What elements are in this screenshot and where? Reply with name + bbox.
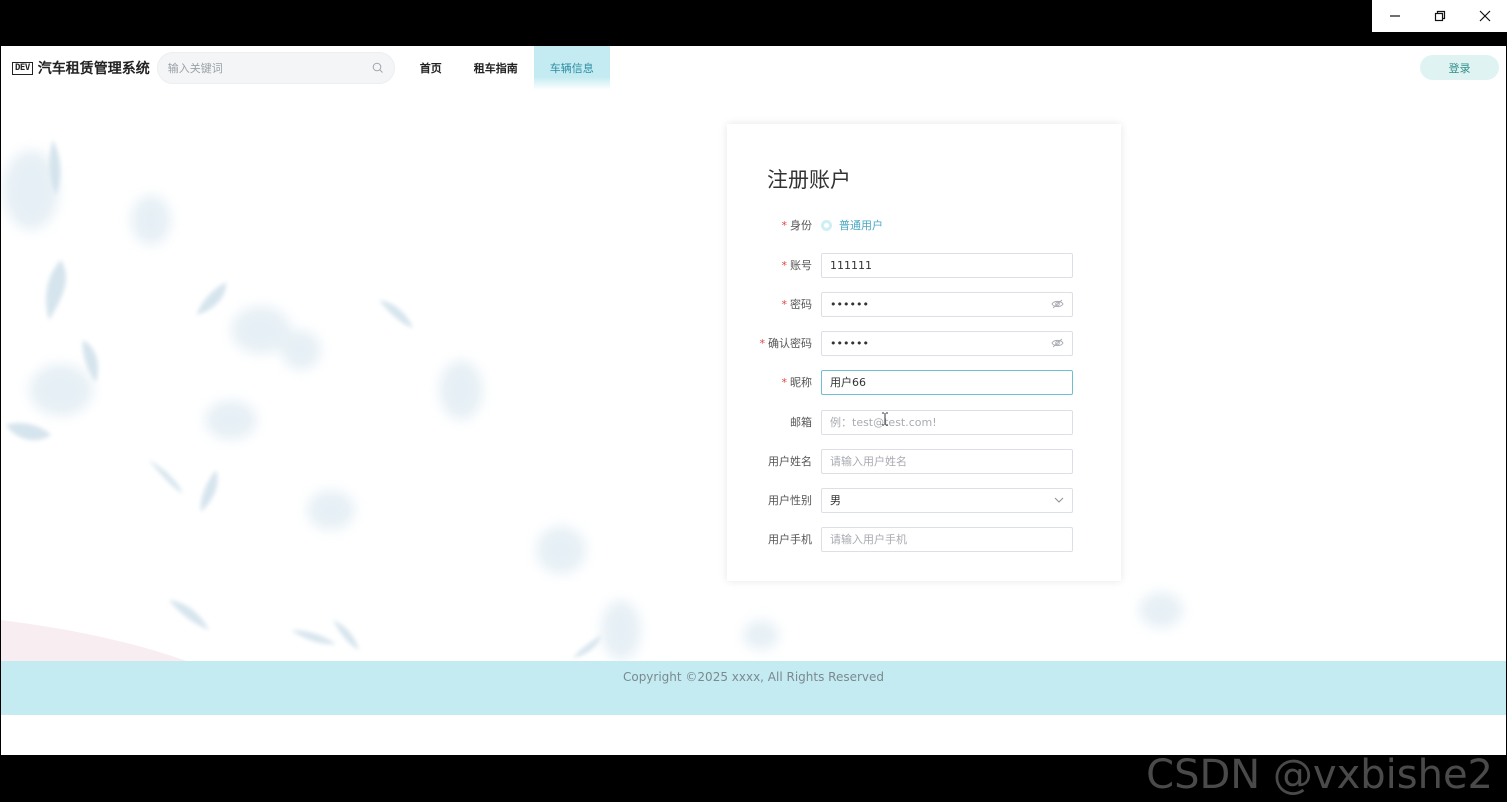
required-mark: * [781,219,788,232]
window-controls [1372,0,1507,32]
username-row: 用户姓名 [727,448,1121,474]
eye-hidden-icon[interactable] [1051,299,1064,309]
confirm-password-row: * 确认密码 [727,330,1121,356]
identity-row: * 身份 普通用户 [727,212,1121,238]
confirm-password-input[interactable] [830,336,1051,350]
phone-field[interactable] [821,526,1073,552]
phone-label: 用户手机 [768,533,812,546]
password-field[interactable] [821,291,1073,317]
gender-select[interactable]: 男 [821,487,1073,513]
username-input[interactable] [830,454,1064,468]
gender-selected-value: 男 [830,494,841,507]
nav-item-home[interactable]: 首页 [404,46,458,90]
app-window: DEV 汽车租赁管理系统 首页 租车指南 车辆信息 登录 注册账户 *身份 普通… [1,46,1506,755]
nickname-label: 昵称 [790,376,812,389]
copyright-text: Copyright ©2025 xxxx, All Rights Reserve… [622,670,885,684]
watermark-text: CSDN @vxbishe2 [1146,752,1493,798]
phone-row: 用户手机 [727,526,1121,552]
identity-label: 身份 [790,219,812,232]
confirm-password-field[interactable] [821,330,1073,356]
required-mark: * [759,337,766,350]
search-input[interactable] [167,61,372,75]
text-cursor-icon [882,412,888,426]
nickname-row: * 昵称 [727,369,1121,395]
account-label: 账号 [790,259,812,272]
radio-selected-icon [821,219,832,231]
required-mark: * [781,376,788,389]
email-label: 邮箱 [790,416,812,429]
close-icon [1479,10,1490,22]
minimize-icon [1389,15,1400,17]
gender-row: 用户性别 男 [727,487,1121,513]
search-box[interactable] [156,52,395,84]
confirm-password-label: 确认密码 [768,337,812,350]
required-mark: * [781,259,788,272]
account-field[interactable] [821,252,1073,278]
top-navigation: DEV 汽车租赁管理系统 首页 租车指南 车辆信息 登录 [1,46,1506,90]
form-title: 注册账户 [767,168,851,192]
email-row: 邮箱 [727,409,1121,435]
register-card: 注册账户 *身份 普通用户 *账号 *密码 *确认密码 [727,124,1121,581]
identity-radio-regular-user[interactable]: 普通用户 [821,217,883,233]
email-input[interactable] [830,415,1064,429]
password-input[interactable] [830,297,1051,311]
restore-button[interactable] [1417,0,1462,32]
phone-input[interactable] [830,532,1064,546]
nickname-field[interactable] [821,369,1073,395]
restore-icon [1434,10,1445,22]
password-row: * 密码 [727,291,1121,317]
email-field[interactable] [821,409,1073,435]
main-menu: 首页 租车指南 车辆信息 [404,46,610,90]
password-label: 密码 [790,298,812,311]
app-logo[interactable]: DEV 汽车租赁管理系统 [12,58,150,78]
gender-label: 用户性别 [768,494,812,507]
footer: Copyright ©2025 xxxx, All Rights Reserve… [1,661,1506,715]
nav-item-vehicle-info[interactable]: 车辆信息 [533,46,610,90]
username-field[interactable] [821,448,1073,474]
identity-option-label: 普通用户 [839,219,883,232]
required-mark: * [781,298,788,311]
close-button[interactable] [1462,0,1507,32]
chevron-down-icon[interactable] [1054,497,1064,503]
account-row: * 账号 [727,252,1121,278]
eye-hidden-icon[interactable] [1051,338,1064,348]
dev-badge-icon: DEV [12,61,33,75]
app-title: 汽车租赁管理系统 [37,61,150,77]
minimize-button[interactable] [1372,0,1417,32]
nav-item-rental-guide[interactable]: 租车指南 [458,46,534,90]
search-icon[interactable] [372,62,384,74]
login-button[interactable]: 登录 [1420,55,1499,80]
account-input[interactable] [830,258,1064,272]
nickname-input[interactable] [830,375,1064,389]
window-titlebar [0,0,1507,46]
username-label: 用户姓名 [768,455,812,468]
